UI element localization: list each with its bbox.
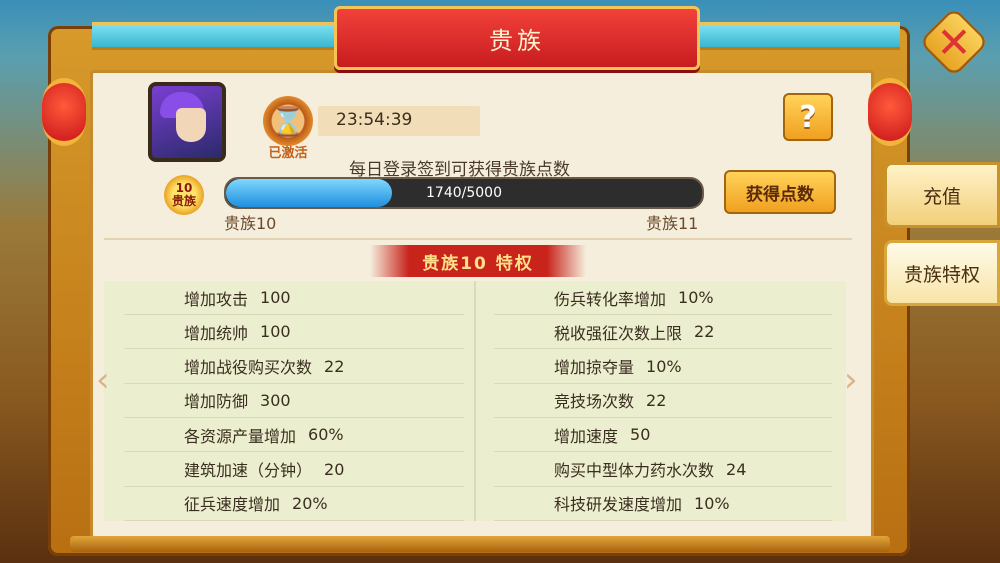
- lantern-right-icon: [868, 78, 912, 146]
- privilege-name: 增加掠夺量: [554, 358, 635, 378]
- divider: [104, 238, 852, 240]
- column-divider: [474, 281, 476, 521]
- privilege-name: 购买中型体力药水次数: [554, 461, 715, 480]
- privilege-row: 增加速度 50: [494, 418, 832, 453]
- hourglass-icon: ⌛: [263, 96, 313, 146]
- next-page-arrow-icon[interactable]: ›: [844, 360, 858, 400]
- privilege-row: 各资源产量增加 60%: [124, 418, 464, 453]
- privilege-row: 税收强征次数上限 22: [494, 315, 832, 350]
- privilege-row: 竞技场次数 22: [494, 384, 832, 418]
- privilege-name: 各资源产量增加: [184, 426, 297, 446]
- privilege-title-banner: 贵族10 特权: [370, 245, 586, 277]
- privilege-row: 科技研发速度增加 10%: [494, 487, 832, 521]
- get-points-button[interactable]: 获得点数: [724, 170, 836, 214]
- privilege-value: 100: [260, 288, 291, 307]
- privilege-value: 10%: [694, 493, 730, 513]
- privilege-value: 20%: [292, 493, 328, 513]
- privilege-name: 增加统帅: [184, 323, 249, 343]
- timer-value: 23:54:39: [336, 110, 413, 130]
- frame-bottom-bar: [70, 536, 890, 552]
- privilege-row: 增加统帅 100: [124, 315, 464, 350]
- frame-top-right-strip: [690, 22, 900, 50]
- privilege-name: 增加防御: [184, 392, 249, 412]
- privilege-title: 贵族10 特权: [422, 253, 534, 274]
- privilege-value: 100: [260, 322, 291, 342]
- next-level-label: 贵族11: [646, 214, 699, 233]
- help-button[interactable]: ?: [783, 93, 833, 141]
- privilege-value: 300: [260, 390, 291, 410]
- privilege-name: 税收强征次数上限: [554, 323, 683, 343]
- page-title: 贵族: [489, 26, 545, 55]
- privilege-name: 竞技场次数: [554, 392, 635, 412]
- close-icon[interactable]: ✕: [922, 10, 986, 74]
- title-banner: 贵族: [334, 6, 700, 70]
- current-level-label: 贵族10: [224, 214, 277, 233]
- noble-level-badge: 10 贵族: [164, 175, 204, 215]
- privilege-value: 22: [324, 356, 345, 376]
- prev-page-arrow-icon[interactable]: ‹: [96, 360, 110, 400]
- privilege-row: 征兵速度增加 20%: [124, 487, 464, 521]
- privilege-row: 增加防御 300: [124, 384, 464, 418]
- tab-recharge[interactable]: 充值: [884, 162, 1000, 228]
- privilege-name: 增加战役购买次数: [184, 358, 313, 378]
- privilege-value: 24: [726, 459, 747, 479]
- progress-text: 1740/5000: [426, 185, 502, 201]
- privilege-name: 征兵速度增加: [184, 495, 281, 515]
- badge-label: 贵族: [171, 194, 196, 208]
- tab-noble-privilege[interactable]: 贵族特权: [884, 240, 1000, 306]
- privilege-name: 科技研发速度增加: [554, 495, 683, 515]
- privilege-value: 50: [630, 425, 651, 445]
- privilege-name: 建筑加速（分钟）: [184, 461, 313, 480]
- privilege-value: 10%: [646, 356, 682, 376]
- tab-recharge-label: 充值: [922, 185, 961, 208]
- privilege-name: 增加速度: [554, 426, 619, 446]
- lantern-left-icon: [42, 78, 86, 146]
- privilege-value: 10%: [678, 288, 714, 307]
- privilege-value: 22: [694, 322, 715, 342]
- privilege-row: 建筑加速（分钟） 20: [124, 453, 464, 487]
- frame-top-left-strip: [92, 22, 337, 50]
- points-progress-bar: 1740/5000: [224, 177, 704, 209]
- privilege-row: 购买中型体力药水次数 24: [494, 453, 832, 487]
- privilege-row: 增加战役购买次数 22: [124, 350, 464, 384]
- privilege-name: 伤兵转化率增加: [554, 289, 667, 309]
- privilege-value: 20: [324, 459, 345, 479]
- hero-avatar: [148, 82, 226, 162]
- avatar-face: [176, 108, 206, 142]
- privilege-row: 增加攻击 100: [124, 281, 464, 315]
- privilege-value: 60%: [308, 425, 344, 445]
- privilege-value: 22: [646, 390, 667, 410]
- tab-noble-privilege-label: 贵族特权: [903, 263, 980, 286]
- privilege-name: 增加攻击: [184, 289, 249, 309]
- privilege-row: 伤兵转化率增加 10%: [494, 281, 832, 315]
- status-badge: 已激活: [268, 146, 308, 161]
- privilege-row: 增加掠夺量 10%: [494, 350, 832, 384]
